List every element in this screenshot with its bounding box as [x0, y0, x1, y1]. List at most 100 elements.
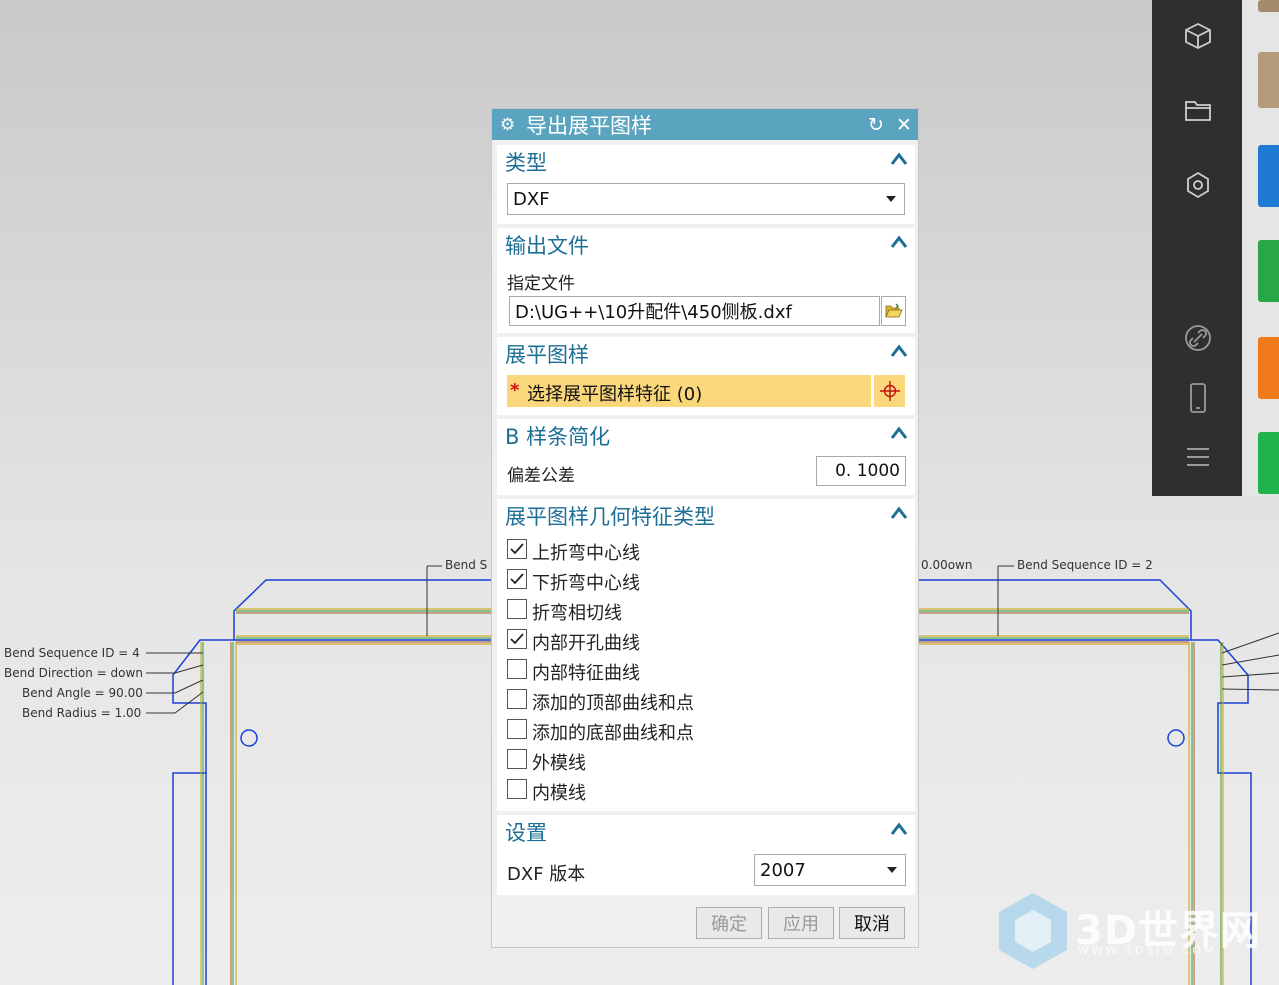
tolerance-value: 0. 1000 — [835, 461, 900, 481]
dxf-version-label: DXF 版本 — [507, 864, 586, 885]
geometry-option-label: 内模线 — [532, 783, 586, 804]
select-feature-label: 选择展平图样特征 (0) — [527, 384, 703, 405]
bend-annotation-top-left: Bend S — [445, 558, 488, 572]
flat-pattern-section: 展平图样 * 选择展平图样特征 (0) — [497, 337, 915, 415]
file-path-value: D:\UG++\10升配件\450侧板.dxf — [515, 302, 792, 323]
thumbnail-photo[interactable] — [1258, 52, 1279, 108]
geometry-option-label: 内部开孔曲线 — [532, 633, 640, 654]
geometry-option-row[interactable]: 添加的底部曲线和点 — [497, 719, 797, 744]
phone-icon[interactable] — [1182, 382, 1214, 414]
checkbox-checked[interactable] — [507, 569, 527, 589]
apply-button[interactable]: 应用 — [768, 907, 834, 939]
crosshair-select-button[interactable] — [874, 375, 905, 407]
watermark-logo-icon — [999, 893, 1067, 969]
browse-folder-button[interactable] — [881, 296, 906, 326]
type-section: 类型 DXF — [497, 145, 915, 224]
file-path-input[interactable]: D:\UG++\10升配件\450侧板.dxf — [509, 296, 880, 326]
geometry-option-label: 折弯相切线 — [532, 603, 622, 624]
open-folder-icon — [884, 303, 903, 318]
output-section-header[interactable]: 输出文件 — [505, 230, 589, 260]
geometry-option-row[interactable]: 下折弯中心线 — [497, 569, 797, 594]
export-flat-pattern-dialog: ⚙ 导出展平图样 ↻ ✕ 类型 DXF 输出文件 指定文件 D:\UG++\10… — [491, 108, 919, 948]
collapse-chevron-icon[interactable] — [889, 820, 909, 838]
geometry-option-label: 添加的顶部曲线和点 — [532, 693, 694, 714]
watermark-subtitle: WWW.3DSJW.COM — [1078, 944, 1217, 957]
thumbnail-avatar[interactable] — [1258, 0, 1279, 12]
select-flat-pattern-feature[interactable]: * 选择展平图样特征 (0) — [507, 375, 871, 407]
geometry-option-label: 外模线 — [532, 753, 586, 774]
thumbnail-green-app[interactable] — [1258, 240, 1279, 302]
geometry-option-row[interactable]: 上折弯中心线 — [497, 539, 797, 564]
menu-icon[interactable] — [1182, 441, 1214, 473]
settings-section: 设置 DXF 版本 2007 — [497, 815, 915, 895]
geometry-types-section: 展平图样几何特征类型 上折弯中心线 下折弯中心线 折弯相切线内部开孔曲线 内部特征曲线… — [497, 499, 915, 811]
collapse-chevron-icon[interactable] — [889, 424, 909, 442]
geometry-option-row[interactable]: 折弯相切线 — [497, 599, 797, 624]
checkbox-unchecked[interactable] — [507, 659, 527, 679]
dxf-version-value: 2007 — [760, 859, 806, 881]
chevron-down-icon — [886, 196, 896, 202]
checkbox-unchecked[interactable] — [507, 599, 527, 619]
spline-simplify-section: B 样条简化 偏差公差 0. 1000 — [497, 419, 915, 495]
specify-file-label: 指定文件 — [507, 274, 575, 294]
chevron-down-icon — [887, 867, 897, 873]
geometry-option-row[interactable]: 外模线 — [497, 749, 797, 774]
link-icon[interactable] — [1182, 322, 1214, 354]
bend-annotation-top-right-b: Bend Sequence ID = 2 — [1017, 558, 1153, 572]
checkmark-icon — [510, 573, 524, 585]
type-section-header[interactable]: 类型 — [505, 147, 547, 177]
type-dropdown-value: DXF — [513, 188, 550, 210]
thumbnail-chat-app[interactable] — [1258, 432, 1279, 494]
checkmark-icon — [510, 543, 524, 555]
folder-icon[interactable] — [1182, 94, 1214, 126]
bend-annotation-top-right-a: 0.00own — [921, 558, 973, 572]
bend-annotation-direction: Bend Direction = down — [4, 666, 143, 680]
required-mark: * — [510, 380, 520, 401]
checkbox-unchecked[interactable] — [507, 689, 527, 709]
geometry-option-label: 添加的底部曲线和点 — [532, 723, 694, 744]
bend-annotation-radius: Bend Radius = 1.00 — [22, 706, 142, 720]
component-icon[interactable] — [1182, 169, 1214, 201]
tolerance-label: 偏差公差 — [507, 466, 575, 486]
geometry-option-label: 上折弯中心线 — [532, 543, 640, 564]
cancel-button[interactable]: 取消 — [839, 907, 905, 939]
cube-icon[interactable] — [1182, 20, 1214, 52]
close-icon[interactable]: ✕ — [890, 114, 918, 136]
settings-section-header[interactable]: 设置 — [505, 817, 547, 847]
collapse-chevron-icon[interactable] — [889, 233, 909, 251]
tolerance-input[interactable]: 0. 1000 — [816, 456, 906, 486]
spline-section-header[interactable]: B 样条简化 — [505, 421, 610, 451]
type-dropdown[interactable]: DXF — [507, 183, 905, 215]
checkmark-icon — [510, 633, 524, 645]
geometry-option-row[interactable]: 内模线 — [497, 779, 797, 804]
checkbox-checked[interactable] — [507, 629, 527, 649]
dxf-version-dropdown[interactable]: 2007 — [754, 854, 906, 886]
geometry-option-row[interactable]: 内部开孔曲线 — [497, 629, 797, 654]
crosshair-icon — [879, 381, 900, 401]
taskbar-thumbnails — [1242, 0, 1279, 496]
collapse-chevron-icon[interactable] — [889, 150, 909, 168]
geometry-option-label: 内部特征曲线 — [532, 663, 640, 684]
collapse-chevron-icon[interactable] — [889, 504, 909, 522]
geometry-option-row[interactable]: 内部特征曲线 — [497, 659, 797, 684]
flat-section-header[interactable]: 展平图样 — [505, 339, 589, 369]
checkbox-checked[interactable] — [507, 539, 527, 559]
output-file-section: 输出文件 指定文件 D:\UG++\10升配件\450侧板.dxf — [497, 228, 915, 333]
ok-button[interactable]: 确定 — [696, 907, 762, 939]
geometry-section-header[interactable]: 展平图样几何特征类型 — [505, 501, 715, 531]
geometry-option-row[interactable]: 添加的顶部曲线和点 — [497, 689, 797, 714]
dialog-titlebar[interactable]: ⚙ 导出展平图样 ↻ ✕ — [492, 109, 918, 140]
checkbox-unchecked[interactable] — [507, 719, 527, 739]
refresh-icon[interactable]: ↻ — [862, 114, 890, 136]
dialog-title: 导出展平图样 — [526, 113, 652, 138]
checkbox-unchecked[interactable] — [507, 779, 527, 799]
bend-annotation-sequence: Bend Sequence ID = 4 — [4, 646, 140, 660]
thumbnail-orange-app[interactable] — [1258, 337, 1279, 399]
collapse-chevron-icon[interactable] — [889, 342, 909, 360]
settings-gear-icon[interactable]: ⚙ — [500, 115, 526, 135]
bend-annotation-angle: Bend Angle = 90.00 — [22, 686, 143, 700]
resource-sidebar — [1152, 0, 1242, 496]
thumbnail-blue-app[interactable] — [1258, 145, 1279, 207]
checkbox-unchecked[interactable] — [507, 749, 527, 769]
geometry-option-label: 下折弯中心线 — [532, 573, 640, 594]
